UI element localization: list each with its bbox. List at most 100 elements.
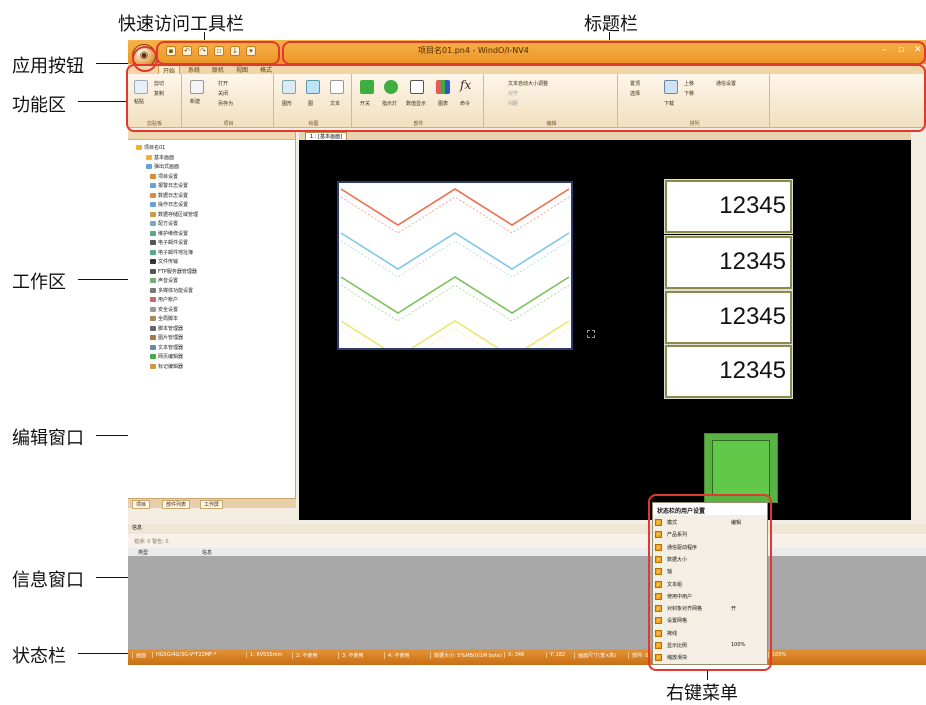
tree-item[interactable]: 数据日志设置 [150, 192, 188, 199]
selection-marker [587, 330, 595, 338]
tree-node-icon [150, 325, 156, 331]
tree-item-label: 配方设置 [158, 221, 179, 227]
tree-item[interactable]: 脚本管理器 [150, 325, 183, 332]
tree-item[interactable]: 安全设置 [150, 306, 178, 313]
tree-item[interactable]: 数据存储区域管理 [150, 211, 198, 218]
callout-work-area: 工作区 [12, 272, 66, 293]
status-item[interactable]: 2: 不使用 [292, 652, 317, 659]
info-window-toolbar: 错误: 0 警告: 0 [128, 534, 926, 548]
tree-item-label: 项目设置 [158, 173, 179, 180]
chart-series-line-1 [340, 188, 570, 226]
status-item[interactable]: 4: 不使用 [384, 652, 409, 659]
highlight-title-bar [282, 41, 926, 65]
tree-item-label: 维护维修设置 [158, 230, 189, 237]
tree-node-icon [150, 344, 156, 350]
info-window-title: 信息 [128, 524, 926, 534]
edit-window[interactable]: 12345 12345 12345 12345 [299, 140, 911, 520]
col-type[interactable]: 类型 [138, 549, 148, 556]
tree-item-label: 操作日志设置 [158, 202, 189, 208]
tree-node-icon [150, 202, 156, 207]
tree-item[interactable]: 图片管理器 [150, 334, 183, 341]
status-item[interactable]: 画面尺寸(宽×高) [574, 652, 616, 659]
tree-item[interactable]: 配方设置 [150, 220, 178, 227]
chart-series-trace-3 [340, 284, 570, 322]
work-area: 项目名01 基本画面弹出式画面项目设置报警日志设置 数据日志设置 操作日志设置数据存储… [128, 130, 296, 509]
numeric-value: 12345 [719, 303, 786, 330]
status-item[interactable]: 画面 [132, 652, 146, 659]
status-item[interactable]: HG5G/4G/3G-V*F22MF-* [152, 652, 216, 658]
tree-item[interactable]: FTP服务器管理器 [150, 268, 197, 275]
line-chart-part[interactable] [337, 181, 573, 366]
callout-app-button: 应用按钮 [12, 56, 84, 77]
tree-item[interactable]: 电子邮件地址簿 [150, 249, 193, 256]
status-item[interactable]: X: 348 [504, 652, 524, 658]
tree-node-icon [150, 354, 156, 359]
tree-item[interactable]: 网页编辑器 [150, 353, 183, 360]
callout-title-bar: 标题栏 [584, 14, 638, 35]
tree-item-label: 声音设置 [158, 278, 179, 284]
tree-node-icon [146, 164, 152, 169]
green-switch-part[interactable] [704, 433, 778, 503]
tree-node-icon [150, 259, 156, 264]
chart-series-trace-4 [340, 328, 570, 366]
tree-item[interactable]: 维护维修设置 [150, 230, 188, 237]
tree-item[interactable]: 项目名01 [136, 144, 165, 151]
tree-item-label: 数据日志设置 [158, 192, 189, 199]
callout-edit-window: 编辑窗口 [12, 428, 84, 449]
tree-item-label: 弹出式画面 [154, 164, 180, 170]
info-window-columns: 类型 信息 [128, 548, 926, 556]
numeric-display-4[interactable]: 12345 [664, 344, 793, 399]
tree-item[interactable]: 电子邮件设置 [150, 239, 188, 246]
tree-item[interactable]: 全局脚本 [150, 315, 178, 322]
status-item[interactable]: Y: 182 [546, 652, 565, 658]
tree-item-label: 标记编辑器 [158, 363, 184, 370]
tree-item[interactable]: 弹出式画面 [146, 163, 179, 170]
callout-status-bar: 状态栏 [12, 646, 66, 667]
tree-node-icon [150, 297, 156, 302]
highlight-quick-access [156, 41, 280, 65]
status-item[interactable]: 1: KVSS5mm [246, 652, 282, 658]
line-chart-svg [340, 188, 570, 366]
application-window: ◉ ▪ ↶ ↷ ▫ ↓ ▾ 项目名01.pn4 - WindO/I-NV4 – … [128, 40, 926, 665]
tree-item[interactable]: 多媒体功能设置 [150, 287, 193, 294]
tab-parts-list[interactable]: 部件列表 [162, 500, 191, 509]
tree-item[interactable]: 标记编辑器 [150, 363, 183, 370]
info-counts[interactable]: 错误: 0 警告: 0 [134, 538, 169, 545]
numeric-display-2[interactable]: 12345 [664, 235, 793, 290]
callout-ribbon: 功能区 [12, 95, 66, 116]
tree-node-icon [150, 363, 156, 369]
status-item[interactable]: 3: 不使用 [338, 652, 363, 659]
tree-item[interactable]: 文本管理器 [150, 344, 183, 351]
tab-project[interactable]: 项目 [132, 500, 151, 509]
tree-node-icon [150, 268, 156, 274]
tree-node-icon [150, 278, 156, 283]
tree-node-icon [150, 306, 156, 312]
status-item[interactable]: 部件: 0 [628, 652, 648, 659]
chart-series-line-4 [340, 320, 570, 358]
tree-item[interactable]: 文件传输 [150, 258, 178, 265]
numeric-display-3[interactable]: 12345 [664, 290, 793, 345]
highlight-app-button [132, 46, 158, 72]
chart-series-trace-1 [340, 196, 570, 234]
tab-workscreen[interactable]: 工作屏 [200, 500, 224, 509]
tree-item[interactable]: 用户帐户 [150, 296, 178, 303]
tree-node-icon [150, 335, 156, 340]
tree-item[interactable]: 声音设置 [150, 277, 178, 284]
tree-node-icon [150, 183, 156, 188]
tree-node-icon [150, 249, 156, 255]
tree-item[interactable]: 操作日志设置 [150, 201, 188, 208]
tree-item[interactable]: 基本画面 [146, 154, 174, 161]
col-message[interactable]: 信息 [202, 549, 212, 556]
callout-quick-access: 快速访问工具栏 [118, 14, 244, 35]
chart-series-line-2 [340, 232, 570, 270]
tree-item-label: 数据存储区域管理 [158, 211, 199, 218]
tree-item-label: 报警日志设置 [158, 183, 189, 189]
numeric-display-1[interactable]: 12345 [664, 179, 793, 234]
status-item[interactable]: 数据大小: 5%MB(0/1M byte) [430, 652, 502, 659]
callout-info-window: 信息窗口 [12, 570, 84, 591]
tree-item-label: 文件传输 [158, 259, 179, 265]
tree-item[interactable]: 项目设置 [150, 173, 178, 180]
tree-node-icon [150, 211, 156, 217]
tree-item-label: 全局脚本 [158, 316, 179, 322]
tree-item[interactable]: 报警日志设置 [150, 182, 188, 189]
